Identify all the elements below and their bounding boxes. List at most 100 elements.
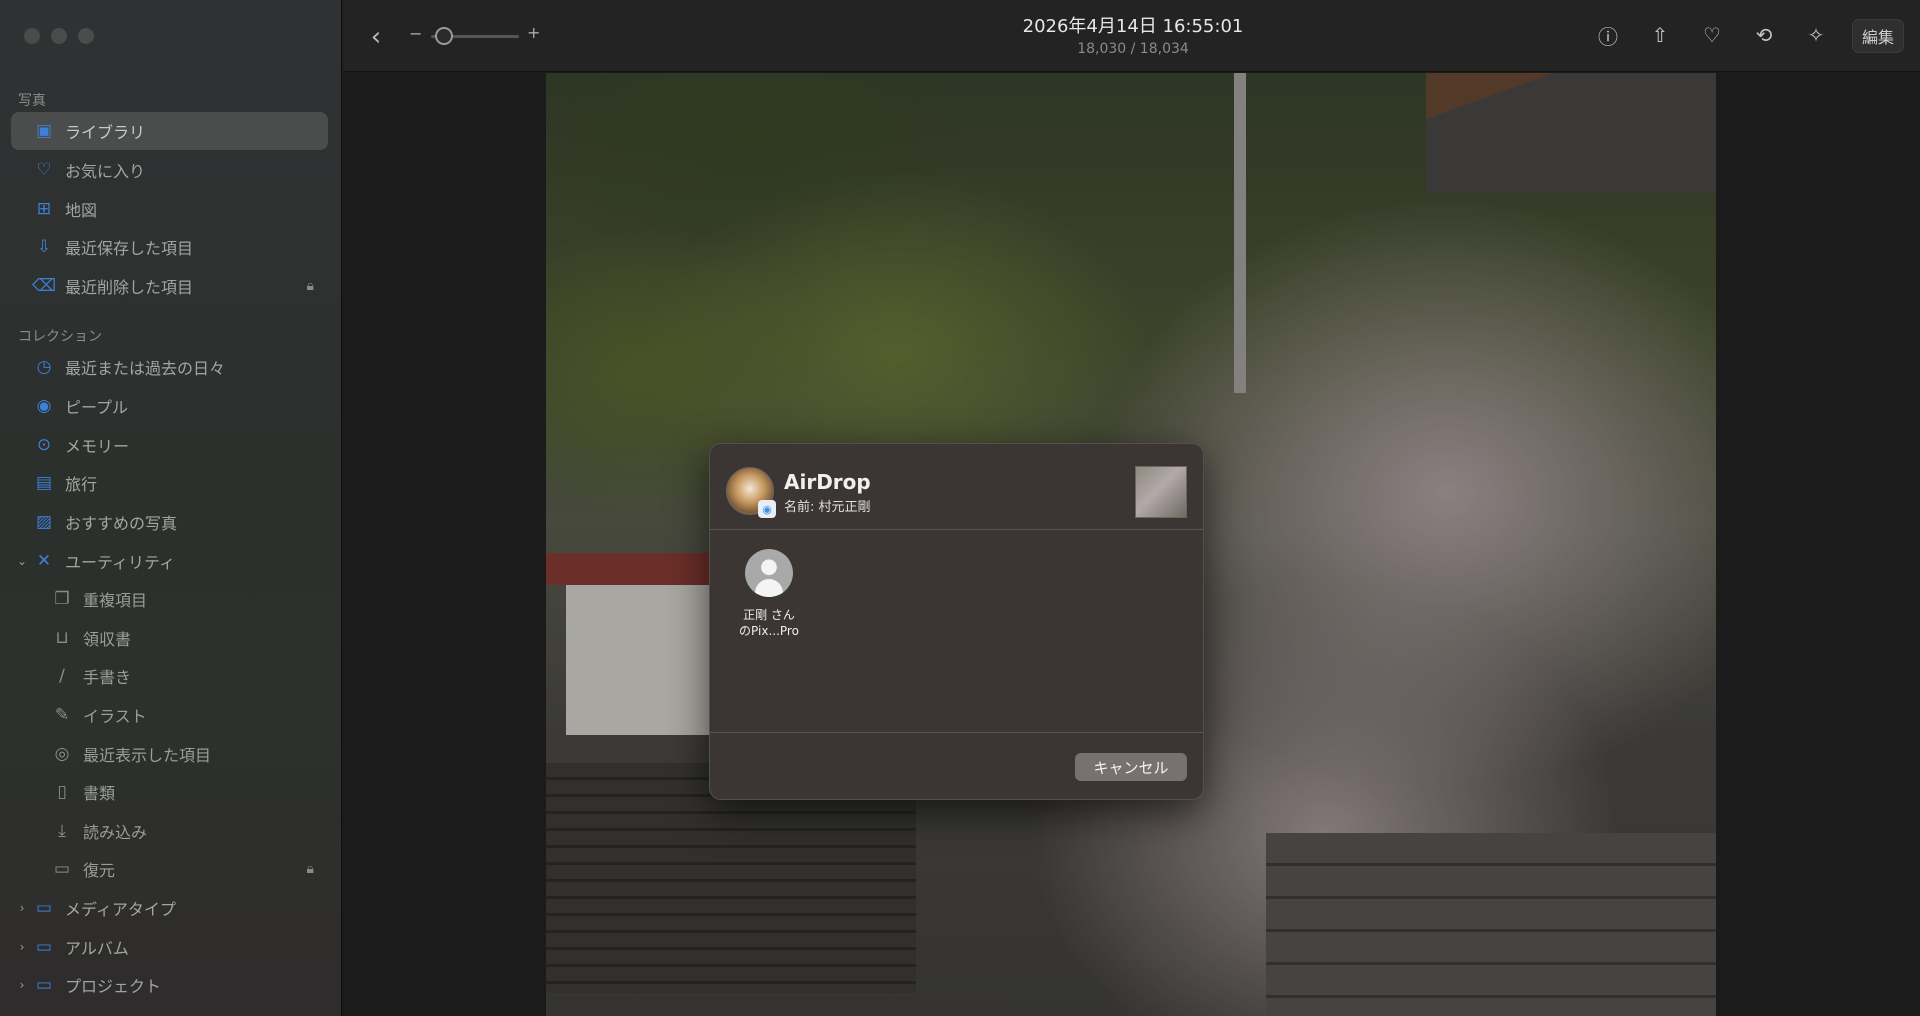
sidebar-item-label: ピープル [65, 398, 129, 417]
chevron-right-icon[interactable]: › [15, 978, 29, 992]
zoom-out-button[interactable]: − [409, 24, 422, 43]
tools-icon: ✕ [36, 551, 52, 571]
sidebar-item-imports[interactable]: ⤓ 読み込み [11, 812, 328, 850]
sidebar-item-map[interactable]: ⊞ 地図 [11, 190, 328, 228]
heart-icon: ♡ [36, 160, 52, 180]
recipient-name: 正剛 さん のPix...Pro [726, 607, 812, 639]
info-icon[interactable]: ⓘ [1593, 20, 1623, 50]
minimize-window-button[interactable] [51, 28, 67, 44]
sidebar-item-days[interactable]: ◷ 最近または過去の日々 [11, 348, 328, 386]
sidebar-item-recovered[interactable]: ▭ 復元 🔒︎ [11, 850, 328, 888]
cancel-button[interactable]: キャンセル [1075, 753, 1187, 781]
eye-icon: ◎ [54, 744, 70, 764]
photo-title-block: 2026年4月14日 16:55:01 18,030 / 18,034 [903, 12, 1363, 57]
sidebar-item-recently-saved[interactable]: ⇩ 最近保存した項目 [11, 228, 328, 266]
sidebar-item-albums[interactable]: › ▭ アルバム [11, 928, 328, 966]
folder-icon: ▭ [35, 898, 53, 918]
duplicate-icon: ❐ [54, 589, 70, 609]
airdrop-sender-name: 名前: 村元正剛 [784, 500, 871, 515]
sidebar-item-label: 復元 [83, 861, 116, 880]
sidebar-item-memories[interactable]: ⊙ メモリー [11, 426, 328, 464]
import-icon: ⤓ [58, 821, 66, 841]
suitcase-icon: ▤ [35, 473, 53, 493]
chevron-right-icon[interactable]: › [15, 901, 29, 915]
edit-button[interactable]: 編集 [1852, 19, 1904, 53]
sidebar-item-label: 最近削除した項目 [65, 278, 194, 297]
sidebar-item-label: メディアタイプ [65, 900, 176, 919]
zoom-slider-knob[interactable] [435, 27, 454, 45]
sidebar-item-utilities[interactable]: ⌄ ✕ ユーティリティ [11, 542, 328, 580]
airdrop-recipient[interactable]: 正剛 さん のPix...Pro [726, 549, 812, 639]
heart-icon[interactable]: ♡ [1697, 20, 1727, 50]
chevron-right-icon[interactable]: › [15, 940, 29, 954]
photo-date: 2026年4月14日 16:55:01 [1022, 16, 1244, 37]
sidebar-item-label: 領収書 [83, 630, 132, 649]
clock-icon: ◷ [36, 357, 52, 377]
zoom-window-button[interactable] [78, 28, 94, 44]
sidebar-item-label: ユーティリティ [65, 553, 176, 572]
sidebar-item-label: 最近表示した項目 [83, 746, 212, 765]
sidebar-item-favorites[interactable]: ♡ お気に入り [11, 151, 328, 189]
back-button[interactable]: ‹ [363, 22, 389, 52]
close-window-button[interactable] [24, 28, 40, 44]
sidebar-item-label: ライブラリ [65, 123, 146, 142]
sidebar-item-label: プロジェクト [65, 977, 162, 996]
photo-count: 18,030 / 18,034 [1077, 41, 1189, 57]
document-icon: ▯ [57, 782, 67, 802]
featured-photo-icon: ▨ [35, 512, 53, 532]
recipient-name-line2: のPix...Pro [739, 624, 799, 638]
lock-icon: 🔒︎ [306, 861, 314, 877]
sidebar-item-label: 手書き [83, 668, 132, 687]
library-icon: ▣ [35, 121, 53, 141]
shared-photo-thumbnail [1135, 466, 1187, 518]
sidebar-item-label: 最近または過去の日々 [65, 359, 226, 378]
sidebar-item-label: 書類 [83, 784, 116, 803]
zoom-in-button[interactable]: + [527, 23, 540, 42]
toolbar: ‹ − + 2026年4月14日 16:55:01 18,030 / 18,03… [343, 0, 1920, 72]
recipient-name-line1: 正剛 さん [743, 608, 795, 622]
sidebar-item-library[interactable]: ▣ ライブラリ [11, 112, 328, 150]
airdrop-header: ◉ AirDrop 名前: 村元正剛 [710, 444, 1203, 530]
sidebar-item-trips[interactable]: ▤ 旅行 [11, 464, 328, 502]
map-icon: ⊞ [36, 199, 52, 219]
sidebar-item-handwriting[interactable]: ∕ 手書き [11, 657, 328, 695]
recover-icon: ▭ [53, 859, 71, 879]
sidebar-item-label: 旅行 [65, 475, 98, 494]
sidebar: 写真 ▣ ライブラリ ♡ お気に入り ⊞ 地図 ⇩ 最近保存した項目 ⌫ 最近削… [0, 0, 342, 1016]
person-icon: ◉ [36, 396, 52, 416]
section-title-photos: 写真 [18, 93, 46, 109]
lock-icon: 🔒︎ [306, 278, 314, 294]
sidebar-item-recently-deleted[interactable]: ⌫ 最近削除した項目 🔒︎ [11, 267, 328, 305]
auto-enhance-icon[interactable]: ✧ [1801, 20, 1831, 50]
sidebar-item-label: イラスト [83, 707, 147, 726]
recently-saved-icon: ⇩ [36, 237, 52, 257]
airdrop-dialog: ◉ AirDrop 名前: 村元正剛 正剛 さん のPix...Pro キャンセ… [709, 443, 1204, 800]
sidebar-item-duplicates[interactable]: ❐ 重複項目 [11, 580, 328, 618]
sidebar-item-label: 読み込み [83, 823, 148, 842]
chevron-down-icon[interactable]: ⌄ [15, 554, 29, 568]
window-controls [24, 28, 94, 44]
sidebar-item-illustrations[interactable]: ✎ イラスト [11, 696, 328, 734]
sidebar-item-people[interactable]: ◉ ピープル [11, 387, 328, 425]
memories-icon: ⊙ [36, 435, 52, 455]
sidebar-item-receipts[interactable]: ⊔ 領収書 [11, 619, 328, 657]
sidebar-item-label: メモリー [65, 437, 130, 456]
section-title-collections: コレクション [18, 329, 102, 345]
sidebar-item-projects[interactable]: › ▭ プロジェクト [11, 966, 328, 1004]
sidebar-item-label: お気に入り [65, 162, 146, 181]
trash-icon: ⌫ [31, 276, 57, 296]
brush-icon: ✎ [54, 705, 70, 725]
sidebar-item-recently-viewed[interactable]: ◎ 最近表示した項目 [11, 735, 328, 773]
airdrop-title: AirDrop [784, 470, 871, 494]
pen-icon: ∕ [59, 666, 65, 686]
person-icon [745, 549, 793, 597]
folder-icon: ▭ [35, 937, 53, 957]
share-icon[interactable]: ⇧ [1645, 20, 1675, 50]
sidebar-item-featured-photos[interactable]: ▨ おすすめの写真 [11, 503, 328, 541]
sidebar-item-documents[interactable]: ▯ 書類 [11, 773, 328, 811]
rotate-icon[interactable]: ⟲ [1749, 20, 1779, 50]
sidebar-item-label: 重複項目 [83, 591, 148, 610]
sidebar-item-label: アルバム [65, 939, 129, 958]
sidebar-item-media-types[interactable]: › ▭ メディアタイプ [11, 889, 328, 927]
sidebar-item-label: おすすめの写真 [65, 514, 178, 533]
